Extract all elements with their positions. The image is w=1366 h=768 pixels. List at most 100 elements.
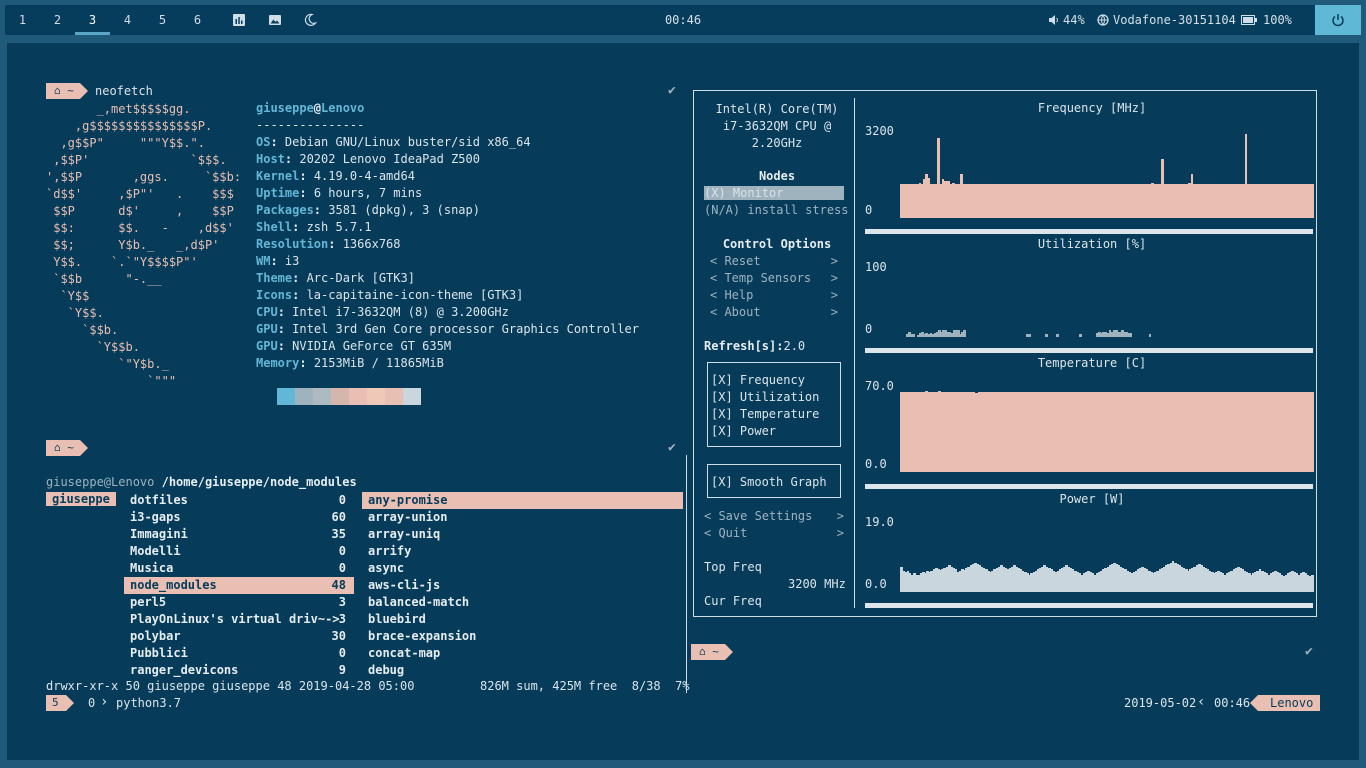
graph-separator [865,484,1313,489]
check-icon: ✔ [668,440,676,455]
volume-level[interactable]: 44% [1063,5,1085,35]
globe-icon [1097,14,1109,26]
graph-toggle[interactable]: [X] Frequency [711,373,805,387]
home-icon: ⌂ [699,645,706,658]
graph-separator [865,348,1313,353]
preview-item[interactable]: balanced-match [362,594,683,611]
logo-line: `d$$' ,$P"' . $$$ [46,187,234,201]
graph-bar [1310,574,1314,592]
smooth-graph-toggle[interactable]: [X] Smooth Graph [711,475,827,489]
preview-item[interactable]: bluebird [362,611,683,628]
preview-item[interactable]: array-union [362,509,683,526]
logo-line: `$$b. [46,323,119,337]
command-text: neofetch [95,84,153,98]
tmux-window-badge: 5 [46,695,74,711]
info-row: Host: 20202 Lenovo IdeaPad Z500 [256,152,480,166]
dir-item[interactable]: Pubblici 0 [124,645,354,662]
cpu-name: Intel(R) Core(TM) i7-3632QM CPU @2.20GHz [715,102,839,150]
preview-item[interactable]: brace-expansion [362,628,683,645]
preview-item[interactable]: aws-cli-js [362,577,683,594]
node-install-stress[interactable]: (N/A) install stress [704,203,849,217]
parent-dir[interactable]: giuseppe [46,492,116,506]
dir-item[interactable]: dotfiles 0 [124,492,354,509]
graph-title: Power [W] [1059,492,1125,506]
graph-bar [1055,333,1059,337]
graph-ymin: 0 [865,203,873,217]
logo-line: `Y$$ [46,289,90,303]
graph-bar [1148,333,1152,337]
home-icon: ⌂ [54,441,61,454]
dir-item[interactable]: node_modules 48 [124,577,354,594]
speaker-icon[interactable] [1048,14,1060,26]
tmux-time: 00:46 [1214,696,1251,710]
control-options-title: Control Options [722,237,832,251]
graph-title: Utilization [%] [1037,237,1147,251]
control-option[interactable]: < Temp Sensors > [710,271,838,288]
control-option[interactable]: < Reset > [710,254,838,271]
dir-item[interactable]: polybar 30 [124,628,354,645]
info-row: Icons: la-capitaine-icon-theme [GTK3] [256,288,524,302]
graph-bar [1028,333,1032,337]
dir-item[interactable]: ranger_devicons 9 [124,662,354,679]
preview-item[interactable]: array-uniq [362,526,683,543]
logo-line: $$P d$' , $$P [46,204,234,218]
dir-item[interactable]: PlayOnLinux's virtual driv~-> 3 [124,611,354,628]
palette-swatch [403,388,421,405]
graph-title: Temperature [C] [1037,356,1147,370]
logo-line: `Y$$. [46,306,104,320]
logo-line: ,g$$P" """Y$$.". [46,136,205,150]
info-row: WM: i3 [256,254,300,268]
graph-area [900,134,1314,218]
palette-swatch [349,388,367,405]
graph-toggle[interactable]: [X] Utilization [711,390,819,404]
info-row: Uptime: 6 hours, 7 mins [256,186,423,200]
dir-item[interactable]: perl5 3 [124,594,354,611]
dir-item[interactable]: Immagini 35 [124,526,354,543]
preview-item[interactable]: debug [362,662,683,679]
control-option[interactable]: < About > [710,305,838,322]
graph-bar [1079,334,1082,337]
graph-toggle[interactable]: [X] Temperature [711,407,819,421]
pane-divider [686,455,687,693]
pane-divider-small [686,633,687,645]
graph-area [900,270,1313,337]
tmux-pane: 0 [88,696,96,710]
graph-toggle[interactable]: [X] Power [711,424,776,438]
dir-item[interactable]: i3-gaps 60 [124,509,354,526]
graph-separator [865,603,1313,608]
power-button[interactable] [1315,5,1361,35]
palette-swatch [331,388,349,405]
debian-logo: _,met$$$$$gg. ,g$$$$$$$$$$$$$$$P. ,g$$P"… [46,101,241,390]
prompt-badge-term3: ⌂ ~ [691,644,733,660]
logo-line: `"Y$b._ [46,357,169,371]
battery-level: 100% [1263,13,1292,27]
info-row: OS: Debian GNU/Linux buster/sid x86_64 [256,135,531,149]
color-palette [277,388,421,405]
graph-ymin: 0.0 [865,457,887,471]
preview-item[interactable]: async [362,560,683,577]
control-option[interactable]: < Help > [710,288,838,305]
prompt-badge: ⌂ ~ [46,83,88,99]
preview-item[interactable]: concat-map [362,645,683,662]
dir-item[interactable]: Modelli 0 [124,543,354,560]
dir-item[interactable]: Musica 0 [124,560,354,577]
quit-button[interactable]: < Quit > [704,526,844,540]
refresh-rate[interactable]: Refresh[s]:2.0 [704,339,805,353]
graph-ymax: 19.0 [865,515,894,529]
node-monitor[interactable]: (X) Monitor [704,186,844,200]
top-bar: 1 2 3 4 5 6 00:46 44% Vodafone-30151104 … [5,5,1361,35]
logo-line: ,$$P' `$$$. [46,153,227,167]
home-icon: ⌂ [54,84,61,97]
info-row: GPU: NVIDIA GeForce GT 635M [256,339,452,353]
logo-line: `$$b "-.__ [46,272,162,286]
preview-item[interactable]: arrify [362,543,683,560]
graph-ymin: 0 [865,322,873,336]
graph-area [900,389,1314,472]
preview-item[interactable]: any-promise [362,492,683,509]
info-row: Packages: 3581 (dpkg), 3 (snap) [256,203,480,217]
ranger-status-right: 826M sum, 425M free 8/38 7% [480,679,690,693]
chevron-right-icon: › [100,694,109,710]
battery-icon [1241,15,1257,25]
network-name[interactable]: Vodafone-30151104 [1113,5,1236,35]
save-settings-button[interactable]: < Save Settings > [704,509,844,523]
